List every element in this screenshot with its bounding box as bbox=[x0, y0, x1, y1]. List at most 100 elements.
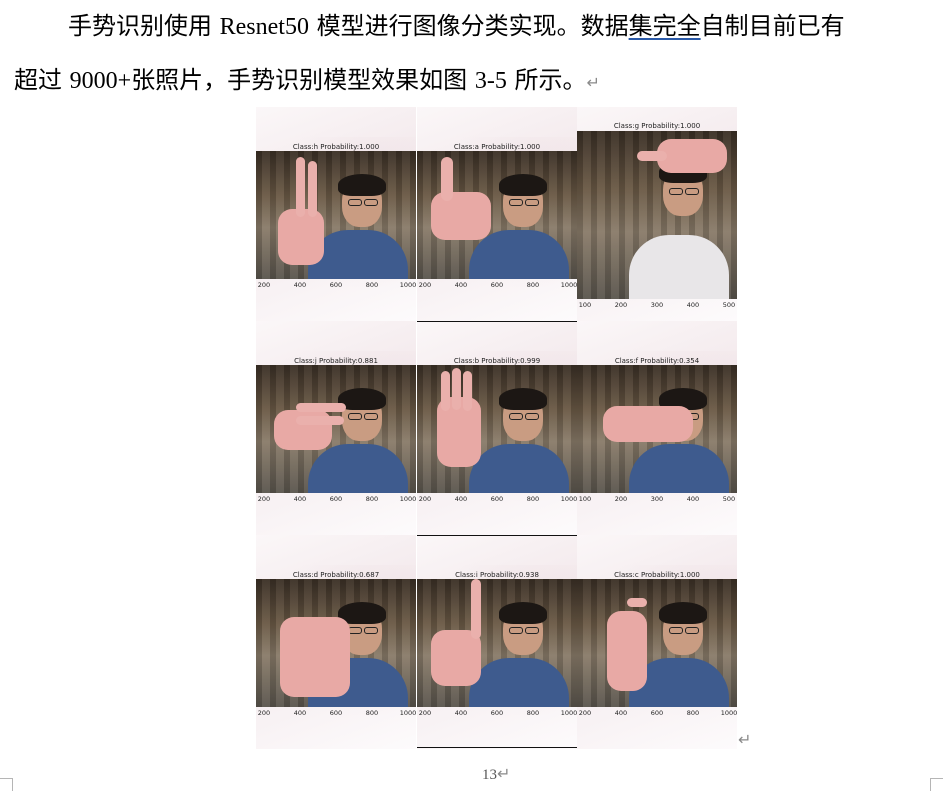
hand-finger bbox=[441, 157, 453, 202]
x-tick-label: 400 bbox=[454, 709, 468, 717]
text-run-count: 9000+ bbox=[69, 68, 132, 94]
x-tick-label: 400 bbox=[454, 495, 468, 503]
x-tick-label: 1000 bbox=[399, 495, 416, 503]
page-number: 13↵ bbox=[482, 764, 510, 784]
glasses bbox=[364, 199, 378, 207]
page-corner-mark-left bbox=[0, 778, 13, 791]
page-number-value: 13 bbox=[482, 767, 497, 783]
panel-title: Class:h Probability:1.000 bbox=[292, 143, 380, 151]
glasses bbox=[525, 413, 539, 421]
glasses bbox=[348, 627, 362, 635]
x-axis: 100 200 300 400 500 bbox=[577, 495, 737, 505]
person-hair bbox=[659, 602, 707, 625]
x-axis: 200 400 600 800 1000 bbox=[256, 709, 416, 719]
glasses bbox=[525, 627, 539, 635]
x-tick-label: 1000 bbox=[560, 709, 577, 717]
x-tick-label: 200 bbox=[614, 495, 628, 503]
hand-gesture bbox=[607, 611, 647, 691]
x-tick-label: 600 bbox=[490, 495, 504, 503]
x-tick-label: 800 bbox=[526, 709, 540, 717]
hand-finger bbox=[296, 157, 305, 218]
x-tick-label: 400 bbox=[293, 495, 307, 503]
glasses bbox=[509, 413, 523, 421]
panel-separator bbox=[417, 535, 577, 536]
x-axis: 200 400 600 800 1000 bbox=[417, 281, 577, 291]
x-tick-label: 800 bbox=[365, 709, 379, 717]
figure-panel[interactable]: Class:a Probability:1.000 200 400 600 800 100… bbox=[417, 107, 577, 321]
panel-title: Class:d Probability:0.687 bbox=[292, 571, 380, 579]
x-axis: 200 400 600 800 1000 bbox=[256, 281, 416, 291]
glasses bbox=[685, 187, 699, 195]
glasses bbox=[364, 627, 378, 635]
x-tick-label: 1000 bbox=[720, 709, 737, 717]
hand-finger bbox=[296, 403, 346, 413]
glasses bbox=[685, 627, 699, 635]
text-run: 张照片，手势识别模型效果如图 bbox=[131, 66, 475, 94]
figure-panel[interactable]: Class:b Probability:0.999 200 400 600 800 100… bbox=[417, 321, 577, 535]
webcam-photo bbox=[577, 579, 737, 707]
text-run: 手势识别使用 bbox=[68, 12, 220, 40]
x-tick-label: 800 bbox=[365, 495, 379, 503]
hand-finger bbox=[296, 416, 344, 426]
figure-panel[interactable]: Class:f Probability:0.354 100 200 300 400 500 bbox=[577, 321, 737, 535]
hand-finger bbox=[463, 371, 472, 412]
figure-panel[interactable]: Class:h Probability:1.000 200 400 600 800 100… bbox=[256, 107, 416, 321]
gesture-results-figure[interactable]: Class:h Probability:1.000 200 400 600 800 100… bbox=[256, 107, 737, 749]
x-tick-label: 600 bbox=[329, 709, 343, 717]
x-tick-label: 200 bbox=[257, 709, 271, 717]
x-tick-label: 1000 bbox=[560, 495, 577, 503]
x-tick-label: 1000 bbox=[399, 281, 416, 289]
x-tick-label: 1000 bbox=[399, 709, 416, 717]
x-tick-label: 600 bbox=[329, 495, 343, 503]
glasses bbox=[348, 199, 362, 207]
body-paragraph-line-1: 手势识别使用 Resnet50 模型进行图像分类实现。数据集完全自制目前已有 bbox=[14, 6, 944, 47]
panel-title: Class:a Probability:1.000 bbox=[453, 143, 541, 151]
x-tick-label: 500 bbox=[722, 301, 736, 309]
panel-title: Class:b Probability:0.999 bbox=[453, 357, 541, 365]
webcam-photo bbox=[577, 131, 737, 299]
x-tick-label: 200 bbox=[418, 281, 432, 289]
glasses bbox=[525, 199, 539, 207]
webcam-photo bbox=[417, 579, 577, 707]
hand-finger bbox=[308, 161, 317, 218]
text-run-model-name: Resnet50 bbox=[219, 14, 309, 40]
panel-title: Class:f Probability:0.354 bbox=[614, 357, 700, 365]
x-axis: 200 400 600 800 1000 bbox=[256, 495, 416, 505]
figure-panel[interactable]: Class:c Probability:1.000 200 400 600 800 100… bbox=[577, 535, 737, 749]
figure-panel[interactable]: Class:i Probability:0.938 200 400 600 800 100… bbox=[417, 535, 577, 749]
figure-panel[interactable]: Class:d Probability:0.687 200 400 600 800 100… bbox=[256, 535, 416, 749]
hand-finger bbox=[441, 371, 450, 412]
x-tick-label: 300 bbox=[650, 301, 664, 309]
panel-separator bbox=[417, 747, 577, 748]
x-tick-label: 400 bbox=[686, 495, 700, 503]
person-hair bbox=[499, 174, 547, 197]
hand-gesture bbox=[278, 208, 324, 265]
webcam-photo bbox=[417, 365, 577, 493]
panel-title: Class:c Probability:1.000 bbox=[614, 571, 700, 579]
text-run: 自制目前已有 bbox=[700, 12, 845, 40]
figure-panel[interactable]: Class:j Probability:0.881 200 400 600 800 100… bbox=[256, 321, 416, 535]
x-tick-label: 400 bbox=[293, 709, 307, 717]
panel-title: Class:j Probability:0.881 bbox=[294, 357, 378, 365]
x-tick-label: 800 bbox=[526, 495, 540, 503]
paragraph-mark-icon: ↵ bbox=[586, 73, 600, 92]
x-tick-label: 100 bbox=[578, 495, 592, 503]
hand-gesture bbox=[431, 191, 491, 240]
x-tick-label: 200 bbox=[257, 495, 271, 503]
x-axis: 200 400 600 800 1000 bbox=[417, 709, 577, 719]
x-tick-label: 300 bbox=[650, 495, 664, 503]
text-run: 模型进行图像分类实现。数据 bbox=[308, 12, 629, 40]
webcam-photo bbox=[256, 151, 416, 279]
x-tick-label: 200 bbox=[614, 301, 628, 309]
spellcheck-underlined-text[interactable]: 集完全 bbox=[629, 12, 701, 40]
paragraph-mark-icon: ↵ bbox=[497, 764, 511, 783]
hand-finger bbox=[471, 579, 481, 639]
x-tick-label: 1000 bbox=[560, 281, 577, 289]
glasses bbox=[364, 413, 378, 421]
hand-gesture bbox=[280, 617, 350, 698]
person-hair bbox=[338, 174, 386, 197]
figure-panel[interactable]: Class:g Probability:1.000 100 200 300 400 500 bbox=[577, 107, 737, 321]
x-axis: 200 400 600 800 1000 bbox=[577, 709, 737, 719]
panel-separator bbox=[417, 321, 577, 322]
x-tick-label: 600 bbox=[490, 709, 504, 717]
